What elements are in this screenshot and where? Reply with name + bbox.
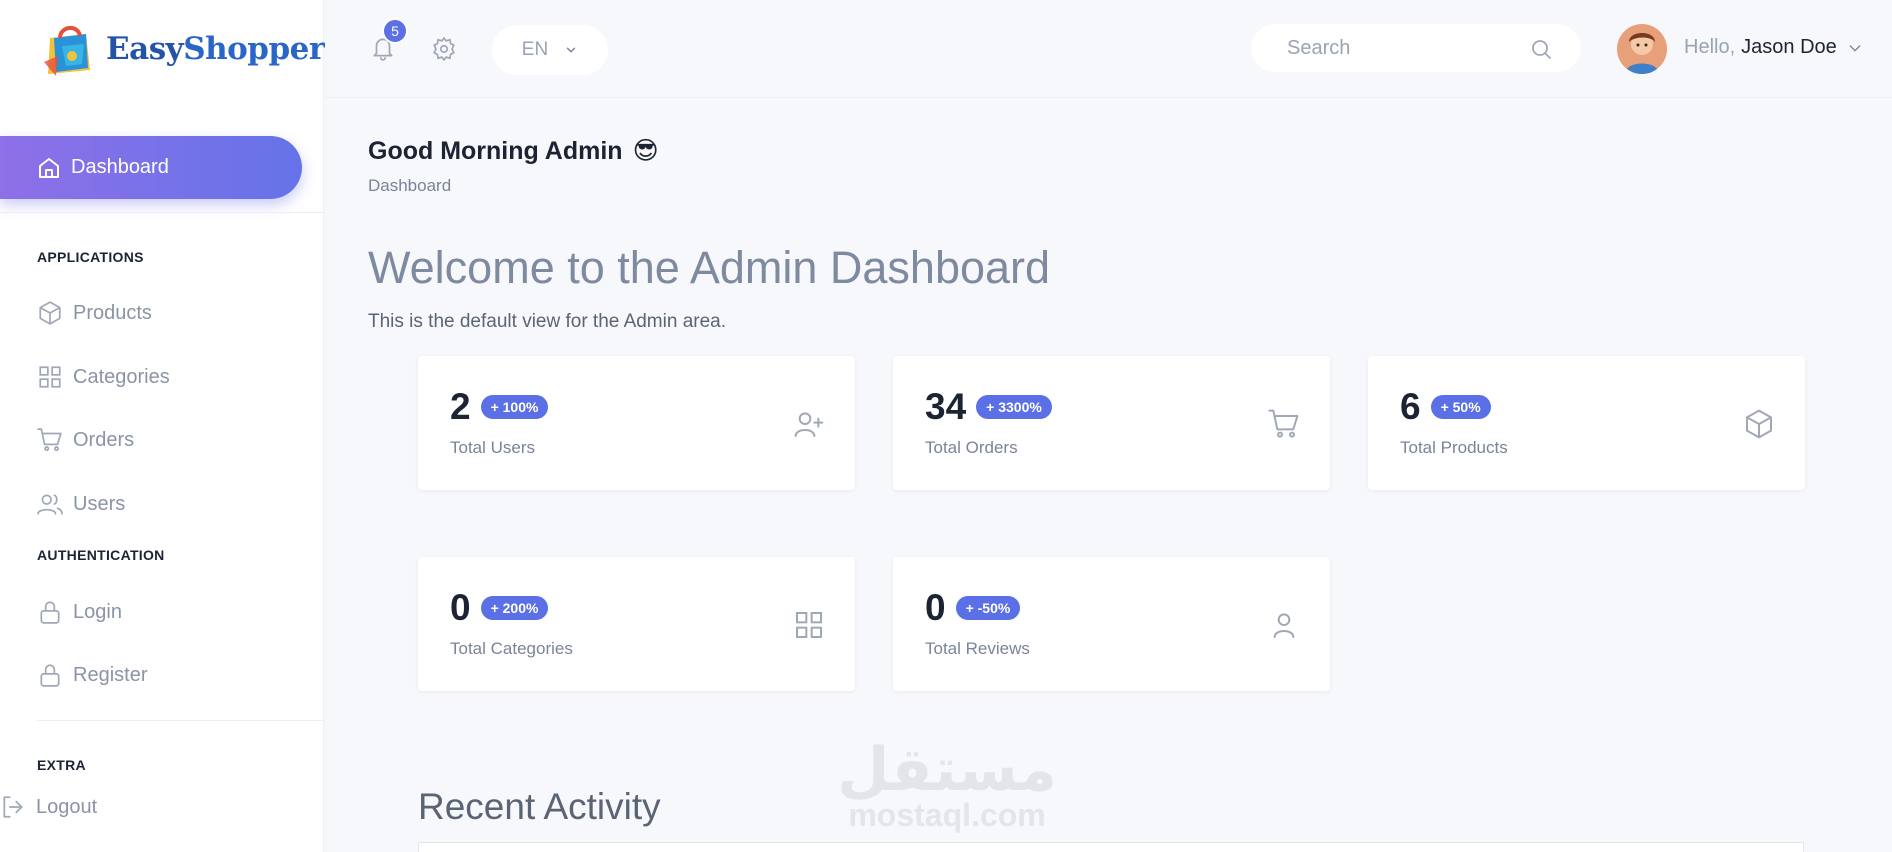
page-title: Good Morning Admin 😎 (368, 136, 659, 166)
stat-change-badge: + 3300% (976, 395, 1052, 419)
user-icon (1273, 613, 1295, 638)
brand-logo[interactable]: EasyShopper (36, 16, 325, 82)
watermark-arabic: مستقل (837, 736, 1057, 803)
stat-card-orders[interactable]: 34 + 3300% Total Orders (893, 356, 1330, 490)
settings-button[interactable] (431, 36, 457, 67)
sunglasses-emoji-icon: 😎 (632, 137, 659, 165)
section-title-extra: EXTRA (37, 757, 86, 773)
divider (37, 720, 324, 721)
stat-value: 0 (925, 587, 946, 628)
stat-change-badge: + 100% (480, 395, 549, 419)
search-box (1251, 24, 1581, 72)
brand-name: EasyShopper (106, 31, 325, 67)
sidebar-item-users[interactable]: Users (37, 491, 125, 517)
stat-label: Total Categories (450, 639, 573, 658)
watermark: مستقل mostaql.com (832, 736, 1062, 833)
stat-card-categories[interactable]: 0 + 200% Total Categories (418, 557, 855, 691)
stat-card-reviews[interactable]: 0 + -50% Total Reviews (893, 557, 1330, 691)
breadcrumb[interactable]: Dashboard (368, 176, 451, 196)
sidebar-item-label: Categories (73, 365, 170, 388)
welcome-description: This is the default view for the Admin a… (368, 311, 727, 332)
sidebar-item-login[interactable]: Login (37, 599, 122, 625)
shopping-bag-logo-icon (36, 16, 100, 82)
logout-icon (3, 796, 23, 818)
search-icon[interactable] (1529, 37, 1553, 61)
watermark-latin: mostaql.com (848, 797, 1046, 833)
stat-label: Total Users (450, 438, 536, 457)
cart-icon (1268, 409, 1299, 438)
sidebar-item-label: Logout (36, 795, 98, 818)
greeting-heading: Good Morning Admin (368, 136, 623, 165)
stat-label: Total Products (1400, 438, 1508, 457)
box-icon (1746, 409, 1772, 439)
stat-label: Total Orders (925, 438, 1018, 457)
section-title-applications: APPLICATIONS (37, 249, 144, 265)
sidebar-item-label: Dashboard (71, 156, 169, 178)
stat-value: 2 (450, 386, 471, 427)
stat-value: 6 (1400, 386, 1421, 427)
top-bar: 5 EN Hello, Jason Doe (325, 0, 1892, 98)
sidebar-item-label: Login (73, 600, 122, 623)
welcome-title: Welcome to the Admin Dashboard (368, 242, 1051, 293)
avatar[interactable] (1617, 24, 1667, 74)
users-icon (37, 494, 63, 515)
sidebar-item-label: Orders (73, 428, 135, 451)
box-icon (39, 301, 61, 325)
stat-card-users[interactable]: 2 + 100% Total Users (418, 356, 855, 490)
sidebar-item-label: Register (73, 663, 148, 686)
stat-value: 0 (450, 587, 471, 628)
language-selector[interactable]: EN (492, 25, 608, 75)
sidebar-item-dashboard[interactable]: Dashboard (0, 136, 302, 199)
home-icon (39, 157, 59, 178)
sidebar-item-products[interactable]: Products (37, 300, 152, 326)
section-title-authentication: AUTHENTICATION (37, 547, 165, 563)
gear-icon (433, 36, 455, 62)
cart-icon (37, 428, 62, 452)
divider (0, 212, 324, 213)
sidebar: EasyShopper Dashboard APPLICATIONS Produ… (0, 0, 325, 852)
user-name: Jason Doe (1741, 36, 1837, 58)
stat-change-badge: + 200% (480, 596, 549, 620)
sidebar-item-categories[interactable]: Categories (37, 364, 170, 390)
sidebar-item-register[interactable]: Register (37, 662, 147, 688)
sidebar-item-orders[interactable]: Orders (37, 427, 134, 453)
search-input[interactable] (1251, 24, 1491, 72)
grid-icon (39, 366, 61, 388)
stat-value: 34 (925, 386, 967, 427)
chevron-down-icon (1849, 44, 1861, 52)
recent-activity-title: Recent Activity (418, 786, 661, 827)
stat-label: Total Reviews (925, 639, 1030, 658)
user-menu[interactable]: Hello, Jason Doe (1684, 36, 1863, 59)
stat-card-products[interactable]: 6 + 50% Total Products (1368, 356, 1805, 490)
notification-count-badge: 5 (382, 18, 408, 44)
stat-change-badge: + -50% (955, 596, 1021, 620)
grid-icon (796, 612, 822, 638)
greeting-text: Hello, (1684, 36, 1736, 58)
language-value: EN (521, 39, 549, 60)
sidebar-item-logout[interactable]: Logout (0, 794, 97, 820)
recent-activity-panel (418, 842, 1804, 852)
chevron-down-icon (566, 47, 576, 53)
sidebar-item-label: Products (73, 301, 152, 324)
user-plus-icon (794, 412, 824, 437)
sidebar-item-label: Users (73, 492, 126, 515)
lock-icon (40, 664, 60, 687)
stat-change-badge: + 50% (1430, 395, 1491, 419)
lock-icon (40, 601, 60, 624)
